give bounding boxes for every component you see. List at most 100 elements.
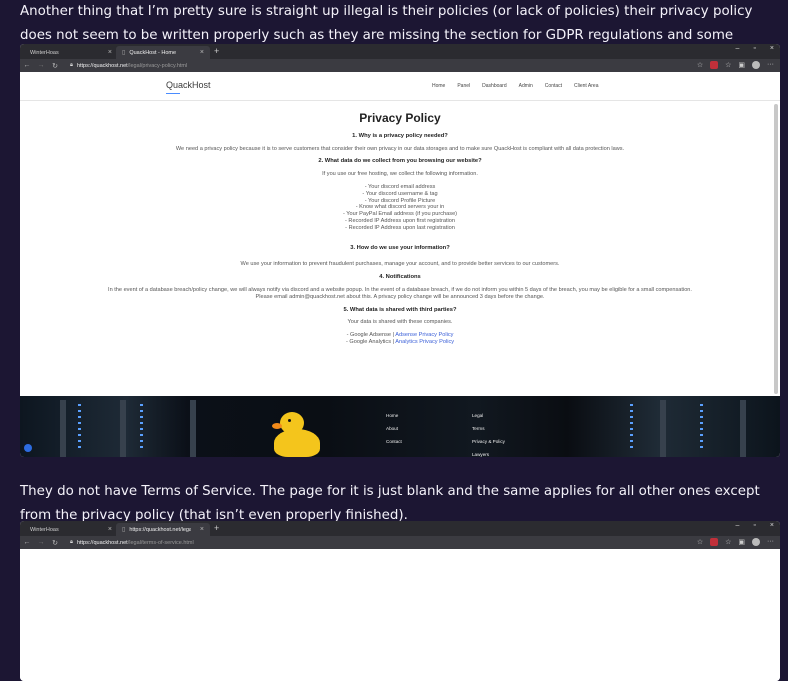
lock-icon: 🔒︎ xyxy=(70,539,73,545)
list-item: - Your PayPal Email address (if you purc… xyxy=(342,211,458,218)
chat-bubble-icon[interactable] xyxy=(24,444,32,452)
close-tab-icon[interactable]: × xyxy=(108,526,112,533)
list-item: - Know what discord servers your in xyxy=(355,204,445,211)
analytics-policy-link[interactable]: Analytics Privacy Policy xyxy=(395,339,454,345)
browser-toolbar: ☆ ☆ ▣ ··· xyxy=(697,61,774,69)
maximize-icon[interactable]: ▫ xyxy=(753,45,755,52)
favorites-icon[interactable]: ☆ xyxy=(725,538,731,546)
favorites-icon[interactable]: ☆ xyxy=(725,61,731,69)
page-scrollbar[interactable] xyxy=(774,104,778,394)
footer-link-terms[interactable]: Terms xyxy=(472,422,505,435)
notification-text-1: In the event of a database breach/policy… xyxy=(108,286,692,293)
footer-link-legal[interactable]: Legal xyxy=(472,409,505,422)
server-rack-image xyxy=(660,400,666,457)
duck-beak xyxy=(272,423,282,429)
profile-avatar[interactable] xyxy=(752,538,760,546)
list-item: - Google Analytics | Analytics Privacy P… xyxy=(20,339,780,346)
list-item: - Recorded IP Address upon first registr… xyxy=(345,217,455,224)
reload-icon[interactable]: ↻ xyxy=(48,539,62,547)
site-logo[interactable]: QuackHost xyxy=(166,80,211,90)
minimize-icon[interactable]: – xyxy=(736,45,740,52)
window-controls: – ▫ × xyxy=(736,45,774,52)
nav-admin[interactable]: Admin xyxy=(519,83,533,89)
close-tab-icon[interactable]: × xyxy=(200,49,204,56)
back-icon[interactable]: ← xyxy=(20,62,34,69)
section-heading: 1. Why is a privacy policy needed? xyxy=(352,132,448,139)
new-tab-icon[interactable]: + xyxy=(214,46,219,56)
section-heading: 5. What data is shared with third partie… xyxy=(343,306,457,313)
browser-tab-inactive[interactable]: WinterHoas × xyxy=(24,523,118,536)
close-window-icon[interactable]: × xyxy=(770,522,774,529)
nav-client-area[interactable]: Client Area xyxy=(574,83,598,89)
address-bar: ← → ↻ 🔒︎ https://quackhost.net/legal/pri… xyxy=(20,59,780,72)
footer-link-about[interactable]: About xyxy=(386,422,402,435)
minimize-icon[interactable]: – xyxy=(736,522,740,529)
url-path: /legal/terms-of-service.html xyxy=(127,539,194,546)
server-rack-image xyxy=(60,400,66,457)
server-rack-image xyxy=(740,400,746,457)
list-item: - Your discord Profile Picture xyxy=(364,197,436,204)
browser-tab-active[interactable]: ▯ https://quackhost.net/legal/ter... × xyxy=(116,523,210,536)
extension-icon[interactable] xyxy=(710,538,719,546)
footer-link-lawyers[interactable]: Lawyers xyxy=(472,448,505,457)
section-heading: 4. Notifications xyxy=(379,274,421,281)
duck-eye xyxy=(288,419,291,422)
nav-dashboard[interactable]: Dashboard xyxy=(482,83,506,89)
collections-icon[interactable]: ▣ xyxy=(738,61,745,69)
site-navbar: QuackHost Home Panel Dashboard Admin Con… xyxy=(20,72,780,101)
address-bar: ← → ↻ 🔒︎ https://quackhost.net/legal/ter… xyxy=(20,536,780,549)
footer-link-home[interactable]: Home xyxy=(386,409,402,422)
page-icon: ▯ xyxy=(122,527,126,533)
url-field[interactable]: 🔒︎ https://quackhost.net/legal/terms-of-… xyxy=(70,539,194,546)
lock-icon: 🔒︎ xyxy=(70,62,73,68)
nav-contact[interactable]: Contact xyxy=(545,83,562,89)
extension-icon[interactable] xyxy=(710,61,719,69)
duck-head xyxy=(280,412,304,434)
tab-label: WinterHoas xyxy=(30,526,59,533)
list-item: - Google Adsense | Adsense Privacy Polic… xyxy=(20,332,780,339)
notification-text-2: Please email admin@quackhost.net about t… xyxy=(255,293,545,300)
star-icon[interactable]: ☆ xyxy=(697,538,703,546)
collections-icon[interactable]: ▣ xyxy=(738,538,745,546)
close-window-icon[interactable]: × xyxy=(770,45,774,52)
footer-column-legal: Legal Terms Privacy & Policy Lawyers xyxy=(472,409,505,457)
policy-content: Privacy Policy 1. Why is a privacy polic… xyxy=(20,111,780,346)
list-item: - Recorded IP Address upon last registra… xyxy=(345,224,455,231)
nav-home[interactable]: Home xyxy=(432,83,445,89)
back-icon[interactable]: ← xyxy=(20,539,34,546)
blank-page-content xyxy=(20,549,780,681)
browser-tab-active[interactable]: ▯ QuackHost - Home × xyxy=(116,46,210,59)
section-text: In the event of a database breach/policy… xyxy=(20,287,780,301)
url-field[interactable]: 🔒︎ https://quackhost.net/legal/privacy-p… xyxy=(70,62,187,69)
server-rack-image xyxy=(190,400,196,457)
list-item: - Your discord email address xyxy=(364,183,436,190)
logo-underline xyxy=(166,93,180,94)
tab-label: https://quackhost.net/legal/ter... xyxy=(129,526,192,533)
tab-label: QuackHost - Home xyxy=(129,49,177,56)
page-title: Privacy Policy xyxy=(359,111,441,125)
new-tab-icon[interactable]: + xyxy=(214,523,219,533)
more-icon[interactable]: ··· xyxy=(767,61,774,69)
duck-mascot xyxy=(274,429,320,457)
browser-tab-bar: WinterHoas × ▯ https://quackhost.net/leg… xyxy=(20,521,780,536)
maximize-icon[interactable]: ▫ xyxy=(753,522,755,529)
close-tab-icon[interactable]: × xyxy=(108,49,112,56)
footer-link-privacy[interactable]: Privacy & Policy xyxy=(472,435,505,448)
profile-avatar[interactable] xyxy=(752,61,760,69)
section-text: Your data is shared with these companies… xyxy=(347,319,453,326)
nav-panel[interactable]: Panel xyxy=(457,83,470,89)
forward-icon[interactable]: → xyxy=(34,539,48,546)
server-rack-image xyxy=(120,400,126,457)
browser-tab-inactive[interactable]: WinterHoas × xyxy=(24,46,118,59)
star-icon[interactable]: ☆ xyxy=(697,61,703,69)
reload-icon[interactable]: ↻ xyxy=(48,62,62,70)
third-party-list: - Google Adsense | Adsense Privacy Polic… xyxy=(20,332,780,346)
footer-column-main: Home About Contact xyxy=(386,409,402,448)
close-tab-icon[interactable]: × xyxy=(200,526,204,533)
footer-link-contact[interactable]: Contact xyxy=(386,435,402,448)
forward-icon[interactable]: → xyxy=(34,62,48,69)
section-heading: 2. What data do we collect from you brow… xyxy=(318,158,482,165)
site-footer: Home About Contact Legal Terms Privacy &… xyxy=(20,396,780,457)
more-icon[interactable]: ··· xyxy=(767,538,774,546)
adsense-policy-link[interactable]: Adsense Privacy Policy xyxy=(395,332,453,338)
